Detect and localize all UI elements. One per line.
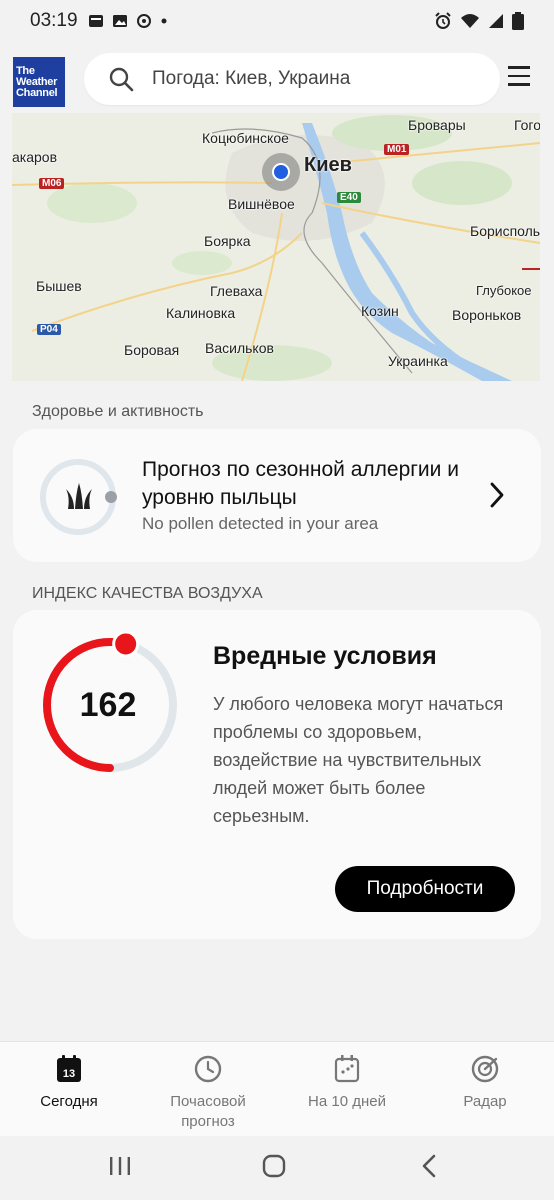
menu-icon-bar [508, 74, 530, 77]
tab-hourly-label: Почасовой прогноз [170, 1093, 246, 1130]
calendar-icon [334, 1055, 360, 1083]
map-label: Бровары [408, 117, 466, 133]
dot-icon [161, 18, 167, 24]
calendar-day-icon: 13 [57, 1055, 81, 1082]
map-label: Боярка [204, 233, 251, 249]
map-label: Бышев [36, 278, 82, 294]
map-label: Глубокое [476, 283, 532, 298]
menu-button[interactable] [508, 66, 532, 90]
clock-icon [194, 1055, 222, 1083]
pollen-card-subtitle: No pollen detected in your area [142, 514, 379, 533]
aqi-value: 162 [79, 686, 137, 724]
sim-card-icon [88, 15, 103, 27]
bottom-navigation: 13 Сегодня Почасовой прогноз На 10 дней … [0, 1041, 554, 1136]
system-navigation-bar [0, 1136, 554, 1200]
pollen-gauge-indicator [105, 491, 117, 503]
map-label: Украинка [388, 353, 448, 369]
tab-today[interactable]: 13 Сегодня [0, 1042, 138, 1137]
weather-map[interactable]: Коцюбинское Бровары Гогол акаров Киев Ви… [12, 113, 540, 381]
road-sign: M06 [39, 178, 65, 189]
chevron-right-icon [490, 482, 504, 508]
tab-10-day-label: На 10 дней [308, 1093, 386, 1110]
map-label: Боровая [124, 342, 180, 358]
aqi-status-title: Вредные условия [213, 642, 437, 670]
grass-icon [66, 483, 92, 509]
battery-icon [512, 12, 524, 30]
map-label: Гогол [514, 117, 540, 133]
signal-icon [489, 14, 503, 28]
air-quality-section-title: ИНДЕКС КАЧЕСТВА ВОЗДУХА [32, 585, 263, 602]
status-bar: 03:19 [0, 0, 554, 42]
health-section-title: Здоровье и активность [32, 403, 204, 420]
air-quality-card: 162 Вредные условия У любого человека мо… [13, 610, 541, 939]
back-icon[interactable] [418, 1154, 442, 1178]
pollen-card-title: Прогноз по сезонной аллергии и уровню пы… [142, 458, 459, 509]
menu-icon-bar [508, 66, 530, 69]
search-bar[interactable]: Погода: Киев, Украина [84, 53, 500, 105]
tab-10-day[interactable]: На 10 дней [278, 1042, 416, 1137]
search-icon [109, 67, 134, 92]
map-label: Киев [304, 154, 352, 176]
search-location-text: Погода: Киев, Украина [152, 68, 351, 89]
tab-hourly[interactable]: Почасовой прогноз [139, 1042, 277, 1137]
map-label: Вороньков [452, 307, 522, 323]
tab-today-label: Сегодня [40, 1093, 98, 1110]
details-button[interactable]: Подробности [335, 866, 515, 912]
road-sign: P04 [37, 324, 61, 335]
map-label: акаров [12, 149, 58, 165]
aqi-description: У любого человека могут начаться проблем… [213, 694, 504, 826]
map-label: Козин [361, 303, 399, 319]
map-label: Глеваха [210, 283, 263, 299]
map-label: Калиновка [166, 305, 236, 321]
wifi-icon [461, 14, 479, 28]
road-sign: M01 [384, 144, 410, 155]
map-label: Борисполь [470, 223, 540, 239]
home-icon[interactable] [262, 1154, 286, 1178]
sync-icon [136, 14, 151, 28]
tab-radar[interactable]: Радар [416, 1042, 554, 1137]
aqi-gauge-knob [112, 632, 140, 658]
pollen-forecast-card[interactable]: Прогноз по сезонной аллергии и уровню пы… [13, 429, 541, 562]
tab-radar-label: Радар [463, 1093, 507, 1110]
menu-icon-bar [508, 83, 530, 86]
map-label: Вишнёвое [228, 196, 295, 212]
recent-apps-icon[interactable] [108, 1154, 132, 1178]
image-icon [112, 15, 127, 27]
today-day-number: 13 [63, 1068, 75, 1080]
radar-icon [471, 1055, 499, 1083]
weather-channel-logo[interactable]: The Weather Channel [13, 57, 65, 107]
road-sign: E40 [337, 192, 361, 203]
map-label: Коцюбинское [202, 130, 289, 146]
alarm-icon [435, 12, 451, 29]
map-label: Васильков [205, 340, 274, 356]
location-pin[interactable] [262, 153, 300, 191]
status-time: 03:19 [30, 10, 78, 31]
